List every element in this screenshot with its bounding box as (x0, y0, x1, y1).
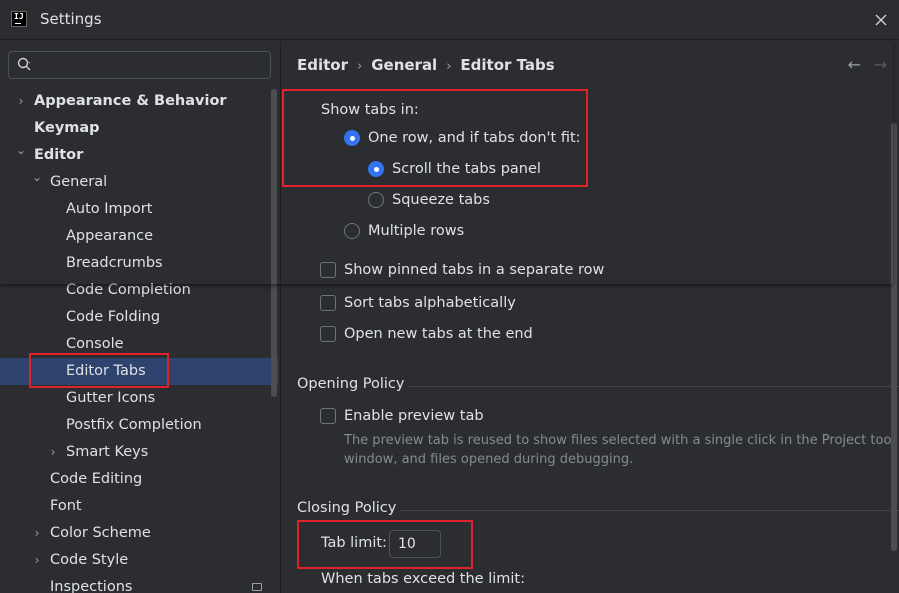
forward-arrow-icon[interactable]: → (874, 55, 887, 74)
chevron-down-icon[interactable]: ⌄ (30, 164, 44, 191)
close-icon (875, 14, 887, 26)
checkbox-label: Sort tabs alphabetically (344, 295, 516, 311)
checkbox[interactable] (320, 408, 336, 424)
tree-item-label: Appearance & Behavior (34, 93, 227, 109)
back-arrow-icon[interactable]: ← (848, 55, 861, 74)
group-divider (401, 510, 899, 511)
closing-policy-title: Closing Policy (297, 500, 397, 516)
settings-content: Editor › General › Editor Tabs ← → Show tabs… (280, 41, 899, 593)
logo-text: IJ (14, 12, 24, 21)
close-button[interactable] (869, 8, 893, 32)
tree-item-label: Color Scheme (50, 525, 151, 541)
tree-item[interactable]: Code Editing (0, 466, 278, 493)
checkbox[interactable] (320, 326, 336, 342)
content-scrollbar[interactable] (891, 123, 897, 551)
tree-item[interactable]: Code Completion (0, 277, 278, 304)
show-tabs-label: Show tabs in: (321, 102, 419, 118)
breadcrumb-separator: › (357, 59, 363, 74)
tab-limit-input[interactable] (389, 530, 441, 558)
search-icon (17, 57, 31, 71)
tree-item[interactable]: Appearance (0, 223, 278, 250)
sidebar-scrollbar[interactable] (271, 89, 277, 397)
tree-item[interactable]: Inspections (0, 574, 278, 593)
radio-label: Multiple rows (368, 223, 465, 239)
chevron-down-icon[interactable]: ⌄ (14, 137, 28, 164)
search-input[interactable] (39, 54, 264, 76)
radio-button[interactable] (368, 161, 384, 177)
tree-item[interactable]: › Appearance & Behavior (0, 88, 278, 115)
tree-item[interactable]: Auto Import (0, 196, 278, 223)
checkbox[interactable] (320, 262, 336, 278)
preview-tab-hint-line-1: The preview tab is reused to show files … (344, 433, 896, 448)
tree-item[interactable]: Breadcrumbs (0, 250, 278, 277)
intellij-logo-icon: IJ (11, 11, 27, 27)
tree-item-label: Gutter Icons (66, 390, 156, 406)
radio-button[interactable] (344, 130, 360, 146)
radio-button[interactable] (344, 223, 360, 239)
checkbox-label: Open new tabs at the end (344, 326, 533, 342)
breadcrumb-separator: › (446, 59, 452, 74)
tab-limit-label: Tab limit: (321, 535, 387, 551)
checkbox-label: Enable preview tab (344, 408, 484, 424)
chevron-right-icon[interactable]: › (30, 520, 44, 547)
tree-item[interactable]: ⌄ General (0, 169, 278, 196)
tree-item[interactable]: Postfix Completion (0, 412, 278, 439)
tree-item[interactable]: Gutter Icons (0, 385, 278, 412)
tree-item[interactable]: Code Folding (0, 304, 278, 331)
radio-button[interactable] (368, 192, 384, 208)
tree-item-label: Keymap (34, 120, 100, 136)
tree-item-label: Code Completion (66, 282, 191, 298)
window-title: Settings (40, 10, 102, 28)
tree-item[interactable]: Console (0, 331, 278, 358)
group-divider (408, 386, 899, 387)
tree-item-label: Console (66, 336, 124, 352)
tree-item-label: Code Editing (50, 471, 143, 487)
chevron-right-icon[interactable]: › (30, 547, 44, 574)
search-box[interactable] (8, 51, 271, 79)
radio-label: Scroll the tabs panel (392, 161, 541, 177)
radio-label: Squeeze tabs (392, 192, 490, 208)
tree-item[interactable]: › Color Scheme (0, 520, 278, 547)
preview-tab-hint-line-2: window, and files opened during debuggin… (344, 452, 634, 467)
breadcrumb-item-editor-tabs: Editor Tabs (460, 56, 555, 74)
tree-item-label: General (50, 174, 108, 190)
tree-item-label: Postfix Completion (66, 417, 202, 433)
tree-item-label: Editor Tabs (66, 363, 146, 379)
settings-sidebar: › Appearance & Behavior Keymap ⌄ Editor ⌄ Gene… (0, 41, 280, 593)
chevron-right-icon[interactable]: › (14, 88, 28, 115)
tree-item-label: Code Folding (66, 309, 161, 325)
tree-item-label: Breadcrumbs (66, 255, 163, 271)
tree-item[interactable]: Editor Tabs (0, 358, 278, 385)
tree-item-label: Appearance (66, 228, 154, 244)
tree-item[interactable]: Keymap (0, 115, 278, 142)
checkbox-label: Show pinned tabs in a separate row (344, 262, 605, 278)
breadcrumb-item-editor[interactable]: Editor (297, 56, 348, 74)
tree-item[interactable]: Font (0, 493, 278, 520)
tree-item[interactable]: › Code Style (0, 547, 278, 574)
breadcrumb-item-general[interactable]: General (371, 56, 437, 74)
exceed-limit-label: When tabs exceed the limit: (321, 571, 525, 587)
opening-policy-title: Opening Policy (297, 376, 405, 392)
collapse-icon[interactable] (252, 583, 262, 591)
tree-item-label: Font (50, 498, 82, 514)
tree-item-label: Auto Import (66, 201, 153, 217)
title-bar: IJ Settings (0, 0, 899, 40)
tree-item-label: Smart Keys (66, 444, 149, 460)
checkbox[interactable] (320, 295, 336, 311)
radio-label: One row, and if tabs don't fit: (368, 130, 581, 146)
tree-item[interactable]: › Smart Keys (0, 439, 278, 466)
tree-item-label: Code Style (50, 552, 129, 568)
tree-item-label: Inspections (50, 579, 133, 593)
breadcrumb: Editor › General › Editor Tabs (297, 56, 555, 74)
chevron-right-icon[interactable]: › (46, 439, 60, 466)
